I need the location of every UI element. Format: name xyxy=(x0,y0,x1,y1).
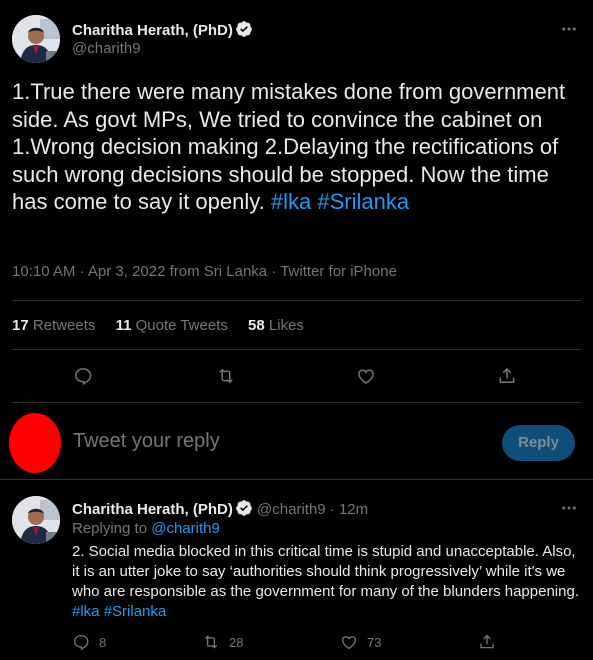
reply-header: Charitha Herath, (PhD) @charith9 · 12m xyxy=(72,499,368,518)
verified-badge-icon xyxy=(235,21,252,37)
tweet-timestamp[interactable]: · 12m xyxy=(330,501,368,518)
share-icon[interactable] xyxy=(478,633,496,651)
more-options-icon[interactable] xyxy=(560,499,578,517)
replying-to-label: Replying to xyxy=(72,520,148,537)
reply-count: 8 xyxy=(99,634,107,650)
author-handle[interactable]: @charith9 xyxy=(257,501,326,518)
divider xyxy=(12,402,581,403)
verified-badge-icon xyxy=(235,500,252,516)
reply-tweet-text: 2. Social media blocked in this critical… xyxy=(72,542,582,622)
like-count: 73 xyxy=(367,634,382,650)
avatar-photo-icon xyxy=(12,15,60,63)
divider xyxy=(12,349,581,350)
quotes-stat[interactable]: 11 Quote Tweets xyxy=(116,317,228,334)
hashtag-link[interactable]: #Srilanka xyxy=(317,189,409,214)
user-avatar[interactable] xyxy=(9,413,61,473)
author-avatar[interactable] xyxy=(12,496,60,544)
more-options-icon[interactable] xyxy=(560,20,578,38)
likes-label: Likes xyxy=(268,317,304,334)
author-avatar[interactable] xyxy=(12,15,60,63)
hashtag-link[interactable]: #lka xyxy=(271,189,311,214)
reply-icon[interactable] xyxy=(72,633,90,651)
hashtag-link[interactable]: #Srilanka xyxy=(104,603,167,620)
replying-to-handle-link[interactable]: @charith9 xyxy=(151,520,220,537)
replying-to: Replying to @charith9 xyxy=(72,520,220,537)
likes-stat[interactable]: 58 Likes xyxy=(248,317,304,334)
retweet-icon[interactable] xyxy=(202,633,220,651)
author-handle[interactable]: @charith9 xyxy=(72,40,141,57)
tweet-meta: 10:10 AM · Apr 3, 2022 from Sri Lanka · … xyxy=(12,263,397,280)
share-icon[interactable] xyxy=(497,366,517,386)
like-icon[interactable] xyxy=(356,366,376,386)
reply-action-share[interactable] xyxy=(478,632,496,652)
retweets-count: 17 xyxy=(12,317,29,334)
hashtag-link[interactable]: #lka xyxy=(72,603,100,620)
retweets-label: Retweets xyxy=(32,317,96,334)
quotes-label: Quote Tweets xyxy=(135,317,228,334)
quotes-count: 11 xyxy=(115,317,132,334)
divider xyxy=(0,479,593,480)
tweet-stats: 17 Retweets 11 Quote Tweets 58 Likes xyxy=(12,317,304,334)
divider xyxy=(12,300,581,301)
tweet-text: 1.True there were many mistakes done fro… xyxy=(12,78,582,216)
tweet-reply-input[interactable]: Tweet your reply xyxy=(73,430,473,453)
retweets-stat[interactable]: 17 Retweets xyxy=(12,317,95,334)
retweet-icon[interactable] xyxy=(216,366,236,386)
author-name[interactable]: Charitha Herath, (PhD) xyxy=(72,501,233,518)
reply-tweet-body: 2. Social media blocked in this critical… xyxy=(72,543,579,600)
like-icon[interactable] xyxy=(340,633,358,651)
reply-action-retweet[interactable]: 28 xyxy=(202,632,243,652)
avatar-photo-icon xyxy=(12,496,60,544)
likes-count: 58 xyxy=(248,317,265,334)
reply-action-like[interactable]: 73 xyxy=(340,632,381,652)
reply-icon[interactable] xyxy=(73,366,93,386)
author-name-text[interactable]: Charitha Herath, (PhD) xyxy=(72,22,233,39)
reply-button[interactable]: Reply xyxy=(502,425,575,461)
reply-action-reply[interactable]: 8 xyxy=(72,632,106,652)
author-name[interactable]: Charitha Herath, (PhD) xyxy=(72,20,253,39)
retweet-count: 28 xyxy=(229,634,244,650)
